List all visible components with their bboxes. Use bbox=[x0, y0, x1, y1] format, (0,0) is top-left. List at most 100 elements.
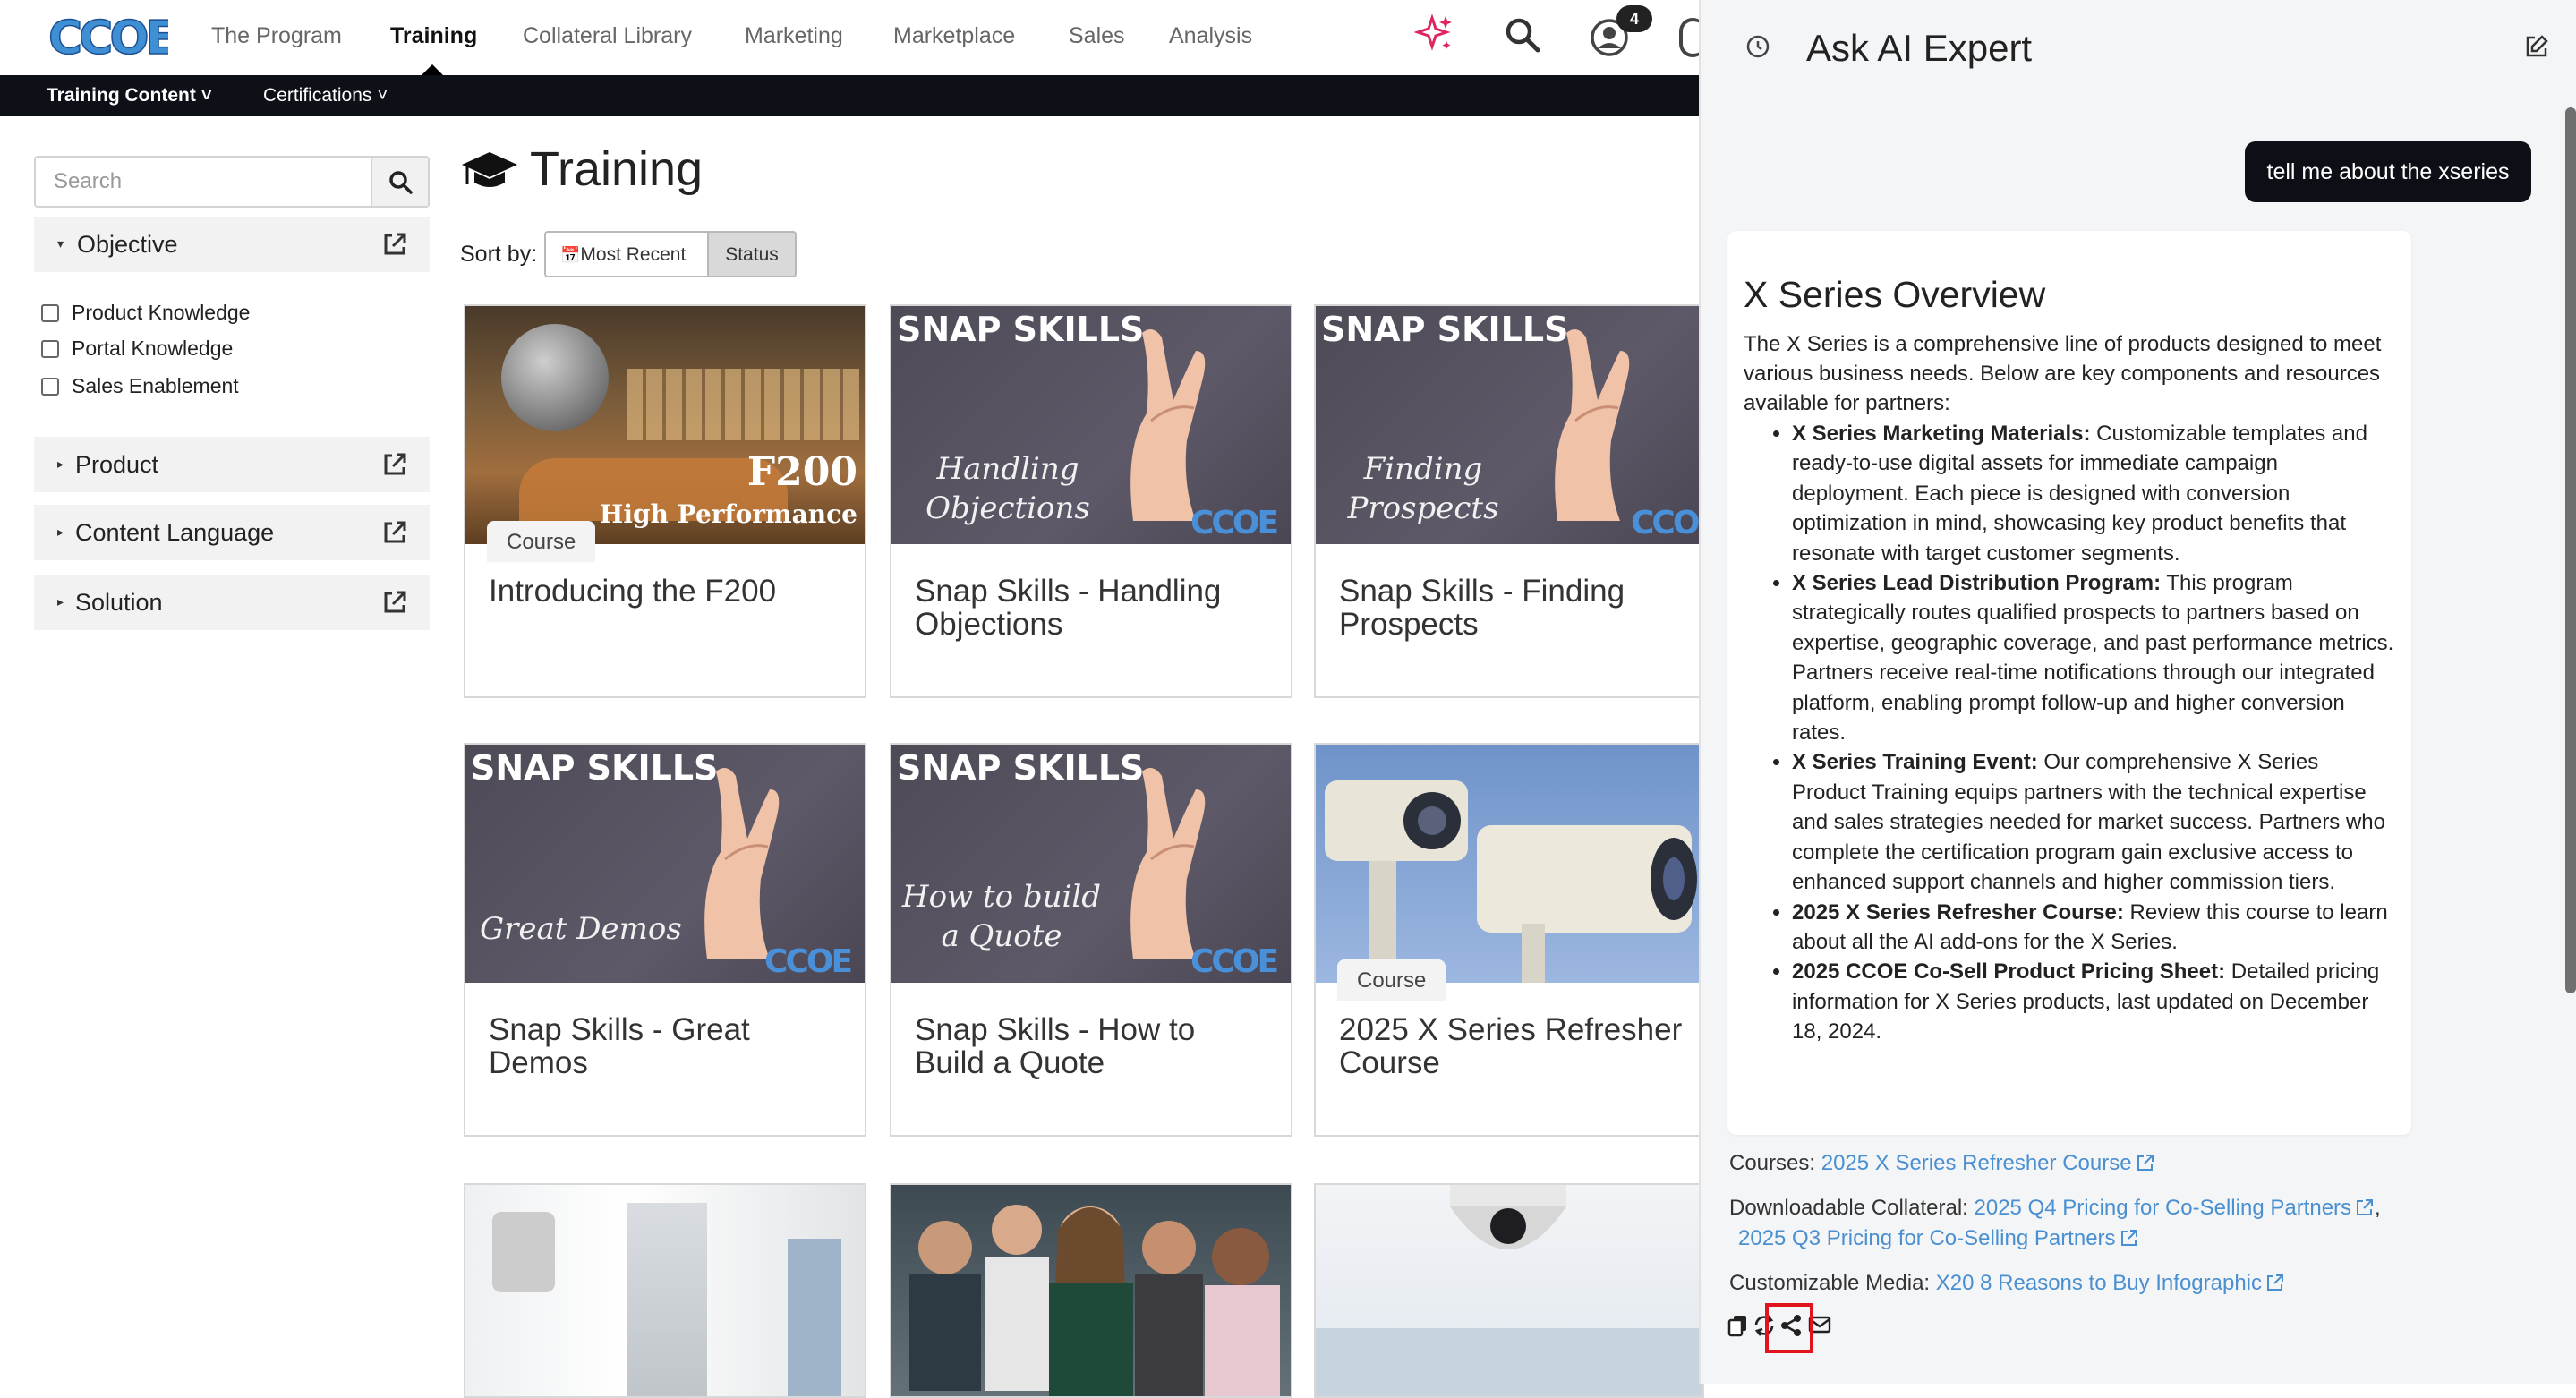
course-badge: Course bbox=[487, 521, 596, 562]
new-chat-icon[interactable] bbox=[2524, 34, 2549, 59]
course-thumbnail: SNAP SKILLS Handling Objections CCOE bbox=[891, 306, 1291, 544]
card-title[interactable]: Snap Skills - Finding Prospects bbox=[1339, 575, 1697, 641]
search-input[interactable] bbox=[36, 158, 372, 206]
nav-marketplace[interactable]: Marketplace bbox=[893, 23, 1015, 49]
svg-text:CCOE: CCOE bbox=[1190, 505, 1276, 541]
snapping-hand-image bbox=[1130, 768, 1206, 959]
checkbox[interactable] bbox=[41, 340, 59, 358]
nav-collateral-library[interactable]: Collateral Library bbox=[523, 23, 692, 49]
card-title[interactable]: Introducing the F200 bbox=[489, 575, 847, 608]
ai-answer-card: X Series Overview The X Series is a comp… bbox=[1727, 231, 2411, 1135]
course-card[interactable] bbox=[890, 1183, 1292, 1398]
course-card[interactable]: SNAP SKILLS Finding Prospects CCOE Snap … bbox=[1314, 304, 1704, 698]
course-card[interactable] bbox=[464, 1183, 866, 1398]
external-link-icon bbox=[2137, 1155, 2154, 1171]
graduation-cap-icon bbox=[462, 152, 517, 187]
facet-label: Solution bbox=[75, 589, 163, 616]
nav-analysis[interactable]: Analysis bbox=[1169, 23, 1252, 49]
collateral-link[interactable]: 2025 Q4 Pricing for Co-Selling Partners bbox=[1975, 1196, 2376, 1220]
answer-point: 2025 X Series Refresher Course: Review t… bbox=[1792, 898, 2397, 958]
course-thumbnail bbox=[465, 1185, 865, 1396]
answer-heading: X Series Overview bbox=[1744, 274, 2046, 315]
course-card[interactable] bbox=[1314, 1183, 1704, 1398]
calendar-icon: 📅 bbox=[560, 246, 581, 264]
external-link-icon[interactable] bbox=[381, 451, 408, 478]
nav-the-program[interactable]: The Program bbox=[211, 23, 342, 49]
copy-icon[interactable] bbox=[1727, 1314, 1749, 1337]
ceiling-dome-camera-image bbox=[1316, 1185, 1702, 1396]
checkbox-label: Portal Knowledge bbox=[72, 337, 234, 360]
external-link-icon[interactable] bbox=[381, 231, 408, 258]
card-title[interactable]: Snap Skills - How to Build a Quote bbox=[915, 1013, 1273, 1079]
collateral-row-2: 2025 Q3 Pricing for Co-Selling Partners bbox=[1738, 1226, 2139, 1251]
svg-text:CCOE: CCOE bbox=[48, 12, 168, 65]
answer-point: X Series Marketing Materials: Customizab… bbox=[1792, 419, 2397, 568]
facet-solution[interactable]: ▸ Solution bbox=[34, 575, 430, 630]
course-card[interactable]: SNAP SKILLS Great Demos CCOE Snap Skills… bbox=[464, 743, 866, 1137]
subnav-certifications[interactable]: Certifications ˅ bbox=[263, 85, 388, 107]
external-link-icon[interactable] bbox=[381, 519, 408, 546]
svg-text:CCOE: CCOE bbox=[764, 943, 850, 979]
page-title: Training bbox=[530, 142, 704, 196]
course-card[interactable]: SNAP SKILLS How to build a Quote CCOE Sn… bbox=[890, 743, 1292, 1137]
sort-status-button[interactable]: Status bbox=[707, 231, 797, 277]
thumbnail-subtitle: Great Demos bbox=[480, 911, 682, 947]
top-navigation: CCOE The Program Training Collateral Lib… bbox=[0, 0, 1706, 75]
course-thumbnail: SNAP SKILLS How to build a Quote CCOE bbox=[891, 745, 1291, 983]
ccoe-logo: CCOE bbox=[1190, 943, 1279, 979]
search-icon[interactable] bbox=[1504, 16, 1541, 54]
answer-points: X Series Marketing Materials: Customizab… bbox=[1770, 419, 2397, 1047]
checkbox[interactable] bbox=[41, 378, 59, 396]
subnav-training-content[interactable]: Training Content ˅ bbox=[47, 85, 212, 107]
facet-label: Content Language bbox=[75, 519, 275, 546]
history-icon[interactable] bbox=[1745, 34, 1770, 59]
media-link[interactable]: X20 8 Reasons to Buy Infographic bbox=[1936, 1271, 2285, 1295]
collateral-link[interactable]: 2025 Q3 Pricing for Co-Selling Partners bbox=[1738, 1226, 2139, 1250]
ai-sparkle-icon[interactable] bbox=[1414, 14, 1454, 54]
card-title[interactable]: Snap Skills - Great Demos bbox=[489, 1013, 847, 1079]
course-link[interactable]: 2025 X Series Refresher Course bbox=[1821, 1151, 2155, 1175]
share-button-highlight bbox=[1765, 1303, 1813, 1353]
course-thumbnail: SNAP SKILLS Finding Prospects CCOE bbox=[1316, 306, 1702, 544]
caret-right-icon: ▸ bbox=[57, 524, 64, 539]
course-thumbnail bbox=[891, 1185, 1291, 1396]
course-card[interactable]: F200 High Performance Course Introducing… bbox=[464, 304, 866, 698]
checkbox[interactable] bbox=[41, 304, 59, 322]
external-link-icon bbox=[2267, 1274, 2284, 1291]
checkbox-label: Sales Enablement bbox=[72, 374, 239, 397]
search-button[interactable] bbox=[371, 158, 428, 206]
chevron-down-icon: ˅ bbox=[200, 85, 212, 106]
courses-row: Courses: 2025 X Series Refresher Course bbox=[1729, 1151, 2155, 1176]
facet-content-language[interactable]: ▸ Content Language bbox=[34, 505, 430, 560]
course-badge: Course bbox=[1337, 959, 1446, 1001]
ccoe-logo: CCOE bbox=[764, 943, 853, 979]
team-photo-image bbox=[909, 1205, 1280, 1396]
caret-down-icon: ▾ bbox=[57, 236, 64, 251]
external-link-icon bbox=[2120, 1230, 2137, 1246]
ccoe-logo: CCOE bbox=[1190, 505, 1279, 541]
external-link-icon[interactable] bbox=[381, 589, 408, 616]
course-thumbnail: F200 High Performance bbox=[465, 306, 865, 544]
course-card[interactable]: Course 2025 X Series Refresher Course bbox=[1314, 743, 1704, 1137]
nav-training[interactable]: Training bbox=[390, 23, 477, 49]
sort-label: Sort by: bbox=[460, 242, 538, 267]
facet-label: Objective bbox=[77, 231, 178, 258]
security-camera-image bbox=[1325, 780, 1697, 983]
nav-sales[interactable]: Sales bbox=[1069, 23, 1125, 49]
ai-expert-panel: Ask AI Expert tell me about the xseries … bbox=[1699, 0, 2576, 1384]
snapping-hand-image bbox=[1130, 329, 1206, 521]
external-link-icon bbox=[2357, 1199, 2374, 1215]
facet-objective[interactable]: ▾ Objective bbox=[34, 217, 430, 272]
ccoe-logo[interactable]: CCOE bbox=[47, 7, 168, 66]
course-thumbnail: SNAP SKILLS Great Demos CCOE bbox=[465, 745, 865, 983]
scrollbar[interactable] bbox=[2565, 107, 2576, 993]
nav-marketing[interactable]: Marketing bbox=[745, 23, 843, 49]
sort-most-recent-button[interactable]: 📅Most Recent bbox=[544, 231, 709, 277]
svg-text:CCOE: CCOE bbox=[1631, 505, 1702, 541]
course-card[interactable]: SNAP SKILLS Handling Objections CCOE Sna… bbox=[890, 304, 1292, 698]
facet-product[interactable]: ▸ Product bbox=[34, 437, 430, 492]
search-box bbox=[34, 156, 430, 208]
card-title[interactable]: Snap Skills - Handling Objections bbox=[915, 575, 1273, 641]
card-title[interactable]: 2025 X Series Refresher Course bbox=[1339, 1013, 1697, 1079]
active-nav-indicator bbox=[422, 64, 443, 75]
